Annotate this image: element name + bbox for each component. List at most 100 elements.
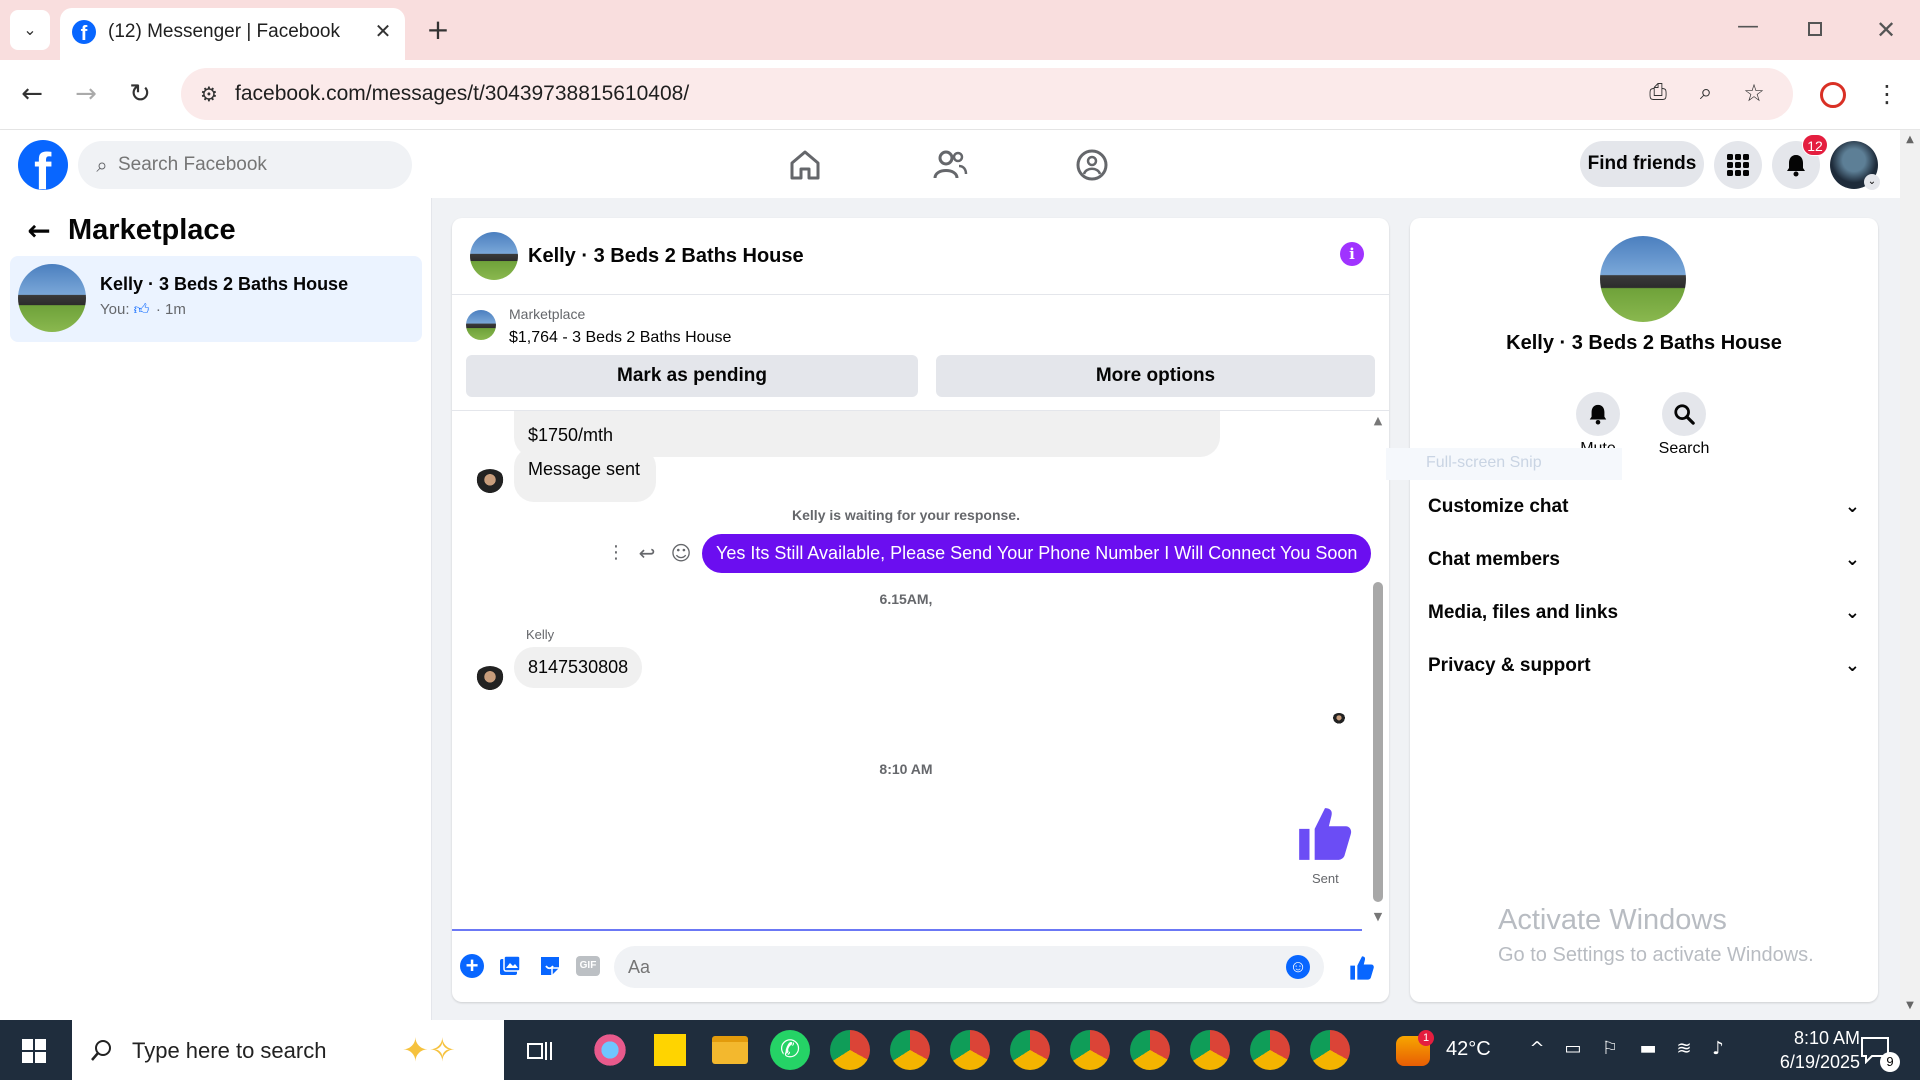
app-icon-chrome-7[interactable]	[1190, 1030, 1230, 1070]
customize-chat-row[interactable]: Customize chat ⌄	[1428, 496, 1860, 528]
task-view-icon[interactable]	[526, 1038, 554, 1064]
chevron-down-icon: ⌄	[1844, 496, 1860, 517]
browser-menu-icon[interactable]: ⋮	[1872, 76, 1902, 112]
forward-icon[interactable]: →	[68, 76, 104, 112]
back-icon[interactable]: ←	[14, 76, 50, 112]
app-icon-chrome-2[interactable]	[890, 1030, 930, 1070]
send-like-icon[interactable]	[1348, 954, 1376, 982]
app-icon-chrome-6[interactable]	[1130, 1030, 1170, 1070]
find-friends-button[interactable]: Find friends	[1580, 141, 1704, 187]
minimize-icon[interactable]: —	[1730, 12, 1766, 48]
menu-grid-icon[interactable]	[1714, 141, 1762, 189]
chat-members-label: Chat members	[1428, 549, 1560, 570]
sticker-icon[interactable]	[538, 954, 562, 978]
tab-search-chevron-icon[interactable]: ⌄	[10, 10, 50, 50]
site-info-icon[interactable]: ⚙	[195, 80, 223, 108]
more-options-button[interactable]: More options	[936, 355, 1375, 397]
conversation-preview: You: 👍︎ · 1m	[100, 301, 186, 318]
facebook-search-input[interactable]	[118, 149, 398, 181]
media-files-links-row[interactable]: Media, files and links ⌄	[1428, 602, 1860, 634]
app-icon-sticky-notes[interactable]	[654, 1034, 686, 1066]
weather-temp[interactable]: 42°C	[1446, 1038, 1491, 1061]
facebook-search[interactable]: ⌕	[78, 141, 412, 189]
reply-icon[interactable]: ↩	[634, 541, 660, 565]
app-icon-chrome-4[interactable]	[1010, 1030, 1050, 1070]
composer-divider	[452, 929, 1362, 931]
info-avatar[interactable]	[1600, 236, 1686, 322]
install-app-icon[interactable]: ⎙	[1643, 78, 1673, 108]
groups-icon[interactable]	[1075, 148, 1109, 182]
message-partial-text: $1750/mth	[528, 425, 614, 445]
more-actions-icon[interactable]: +	[460, 954, 484, 978]
app-icon-chrome-5[interactable]	[1070, 1030, 1110, 1070]
tray-meet-icon[interactable]: ▭	[1562, 1038, 1584, 1059]
app-icon-file-explorer[interactable]	[712, 1036, 748, 1064]
home-icon[interactable]	[788, 148, 822, 182]
reload-icon[interactable]: ↻	[122, 76, 158, 112]
scroll-up-icon[interactable]: ▲	[1903, 134, 1917, 148]
clock-date: 6/19/2025	[1779, 1052, 1860, 1072]
taskbar-search-text[interactable]: Type here to search	[132, 1038, 326, 1064]
mute-button[interactable]	[1576, 392, 1620, 436]
facebook-favicon-icon: f	[72, 20, 96, 44]
notification-badge: 12	[1802, 134, 1828, 156]
tray-wifi-icon[interactable]: ≋	[1672, 1038, 1696, 1059]
messages-viewport: $1750/mth Message sent Kelly is waiting …	[452, 411, 1374, 929]
chat-header-name[interactable]: Kelly · 3 Beds 2 Baths House	[528, 245, 804, 268]
listing-thumbnail[interactable]	[466, 310, 496, 340]
message-input[interactable]	[628, 952, 1248, 982]
tray-network-icon[interactable]: ⚐	[1598, 1038, 1622, 1059]
conversation-item[interactable]: Kelly · 3 Beds 2 Baths House You: 👍︎ · 1…	[10, 256, 422, 342]
tray-volume-icon[interactable]: ♪	[1706, 1038, 1730, 1059]
taskbar-search[interactable]: Type here to search ✦✧	[72, 1020, 504, 1080]
chevron-down-icon: ⌄	[1844, 602, 1860, 623]
snip-tooltip-text: Full-screen Snip	[1426, 454, 1542, 471]
notification-center-count: 9	[1880, 1052, 1900, 1072]
address-bar[interactable]: ⚙ facebook.com/messages/t/30439738815610…	[181, 68, 1793, 120]
friends-icon[interactable]	[932, 148, 968, 182]
profile-icon[interactable]	[1820, 82, 1846, 108]
tab-close-icon[interactable]: ✕	[370, 18, 396, 44]
back-arrow-icon[interactable]: ←	[22, 214, 56, 248]
active-tab[interactable]: f (12) Messenger | Facebook ✕	[60, 8, 405, 60]
new-tab-icon[interactable]: +	[420, 12, 456, 48]
chat-scrollbar[interactable]: ▲ ▼	[1370, 414, 1386, 926]
app-icon-chrome-3[interactable]	[950, 1030, 990, 1070]
mark-as-pending-button[interactable]: Mark as pending	[466, 355, 918, 397]
page-scrollbar[interactable]: ▲ ▼	[1900, 130, 1920, 1020]
chat-header-avatar[interactable]	[470, 232, 518, 280]
chat-scroll-down-icon[interactable]: ▼	[1372, 910, 1384, 923]
chat-members-row[interactable]: Chat members ⌄	[1428, 549, 1860, 581]
chat-scroll-thumb[interactable]	[1373, 582, 1383, 902]
listing-title[interactable]: $1,764 - 3 Beds 2 Baths House	[509, 329, 731, 347]
scroll-down-icon[interactable]: ▼	[1903, 1000, 1917, 1014]
timestamp-2: 8:10 AM	[879, 761, 933, 777]
app-icon-chrome-1[interactable]	[830, 1030, 870, 1070]
attach-photo-icon[interactable]	[498, 954, 522, 978]
window-close-icon[interactable]: ✕	[1868, 12, 1904, 48]
windows-start-icon[interactable]	[22, 1039, 46, 1063]
url-text[interactable]: facebook.com/messages/t/3043973881561040…	[235, 82, 689, 106]
app-icon-whatsapp[interactable]: ✆	[770, 1030, 810, 1070]
privacy-support-row[interactable]: Privacy & support ⌄	[1428, 655, 1860, 687]
tray-battery-icon[interactable]: ▬	[1636, 1038, 1660, 1059]
react-emoji-icon[interactable]: ☺	[668, 541, 694, 565]
tray-chevron-up-icon[interactable]: ^	[1526, 1038, 1548, 1059]
emoji-icon[interactable]: ☺	[1286, 955, 1310, 979]
chat-scroll-up-icon[interactable]: ▲	[1372, 414, 1384, 427]
app-icon-chrome-8[interactable]	[1250, 1030, 1290, 1070]
bookmark-star-icon[interactable]: ☆	[1739, 78, 1769, 108]
conversation-avatar	[18, 264, 86, 332]
taskbar-clock[interactable]: 8:10 AM 6/19/2025	[1740, 1026, 1860, 1074]
restore-icon[interactable]	[1808, 22, 1822, 36]
account-chevron-icon[interactable]: ⌄	[1864, 174, 1880, 190]
chat-search-button[interactable]	[1662, 392, 1706, 436]
gif-icon[interactable]: GIF	[576, 956, 600, 976]
facebook-logo-icon[interactable]: f	[18, 140, 68, 190]
message-composer[interactable]: ☺	[614, 946, 1324, 988]
zoom-icon[interactable]: ⌕	[1691, 78, 1721, 108]
app-icon-paint[interactable]	[590, 1030, 630, 1070]
info-icon[interactable]: i	[1340, 242, 1364, 266]
message-more-icon[interactable]: ⋮	[606, 541, 626, 565]
app-icon-chrome-9[interactable]	[1310, 1030, 1350, 1070]
